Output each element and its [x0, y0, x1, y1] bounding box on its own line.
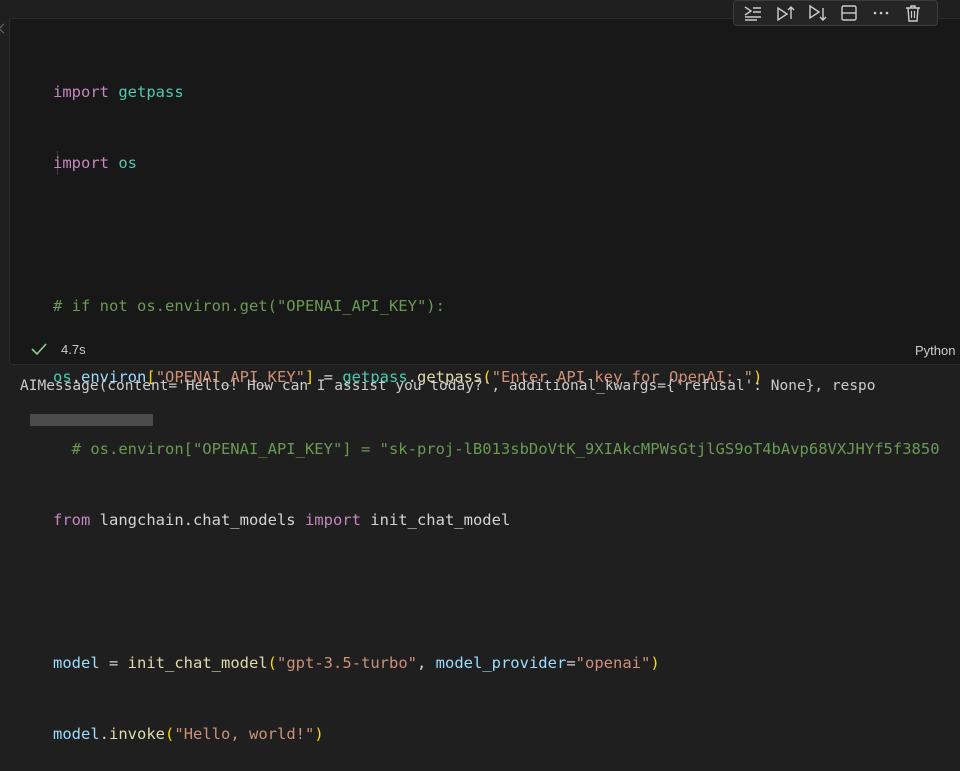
- code-line: model = init_chat_model("gpt-3.5-turbo",…: [53, 652, 940, 676]
- checkmark-icon: [31, 343, 47, 356]
- execute-above-button[interactable]: [770, 2, 800, 24]
- operator: ,: [416, 653, 436, 672]
- string-literal: "openai": [575, 653, 651, 672]
- language-selector[interactable]: Python: [915, 343, 955, 358]
- delete-cell-icon: [906, 5, 920, 22]
- bracket: ): [650, 653, 660, 672]
- code-editor[interactable]: import getpass import os # if not os.env…: [53, 33, 940, 771]
- module-name: os: [118, 153, 138, 172]
- identifier: model: [53, 725, 100, 744]
- run-by-line-icon: [744, 6, 761, 21]
- identifier: model: [53, 653, 100, 672]
- split-cell-icon: [841, 5, 857, 21]
- module-name: langchain.chat_models: [90, 510, 305, 529]
- parameter-name: model_provider: [435, 653, 567, 672]
- identifier: init_chat_model: [360, 510, 511, 529]
- more-actions-icon: [873, 11, 889, 15]
- collapse-chevron-icon[interactable]: [0, 23, 9, 34]
- split-cell-button[interactable]: [834, 2, 864, 24]
- execute-below-button[interactable]: [802, 2, 832, 24]
- horizontal-scrollbar[interactable]: [30, 414, 153, 426]
- bracket: (: [267, 653, 277, 672]
- keyword: import: [304, 510, 361, 529]
- string-literal: "gpt-3.5-turbo": [277, 653, 417, 672]
- code-line: model.invoke("Hello, world!"): [53, 723, 940, 747]
- cell-toolbar: [733, 0, 938, 26]
- bracket: (: [165, 725, 175, 744]
- keyword: import: [53, 153, 109, 172]
- execute-above-icon: [777, 6, 795, 22]
- bracket: ): [314, 725, 324, 744]
- code-line: import os: [53, 152, 940, 176]
- keyword: import: [53, 82, 109, 101]
- code-line: import getpass: [53, 81, 940, 105]
- operator: =: [566, 653, 576, 672]
- execution-status: 4.7s: [30, 340, 86, 358]
- function-name: invoke: [109, 725, 166, 744]
- comment: # os.environ["OPENAI_API_KEY"] = "sk-pro…: [53, 439, 940, 458]
- code-line: # if not os.environ.get("OPENAI_API_KEY"…: [53, 295, 940, 319]
- execute-below-icon: [809, 4, 827, 21]
- delete-cell-button[interactable]: [898, 2, 928, 24]
- code-line: # os.environ["OPENAI_API_KEY"] = "sk-pro…: [53, 438, 940, 462]
- keyword: from: [53, 510, 91, 529]
- module-name: getpass: [118, 82, 184, 101]
- code-line: from langchain.chat_models import init_c…: [53, 509, 940, 533]
- operator: =: [99, 653, 128, 672]
- comment: # if not os.environ.get("OPENAI_API_KEY"…: [53, 296, 445, 315]
- more-actions-button[interactable]: [866, 2, 896, 24]
- run-by-line-button[interactable]: [738, 2, 768, 24]
- string-literal: "Hello, world!": [174, 725, 315, 744]
- function-name: init_chat_model: [127, 653, 268, 672]
- execution-time: 4.7s: [61, 341, 86, 357]
- cell-output: AIMessage(content='Hello! How can I assi…: [20, 378, 876, 394]
- operator: .: [99, 725, 110, 744]
